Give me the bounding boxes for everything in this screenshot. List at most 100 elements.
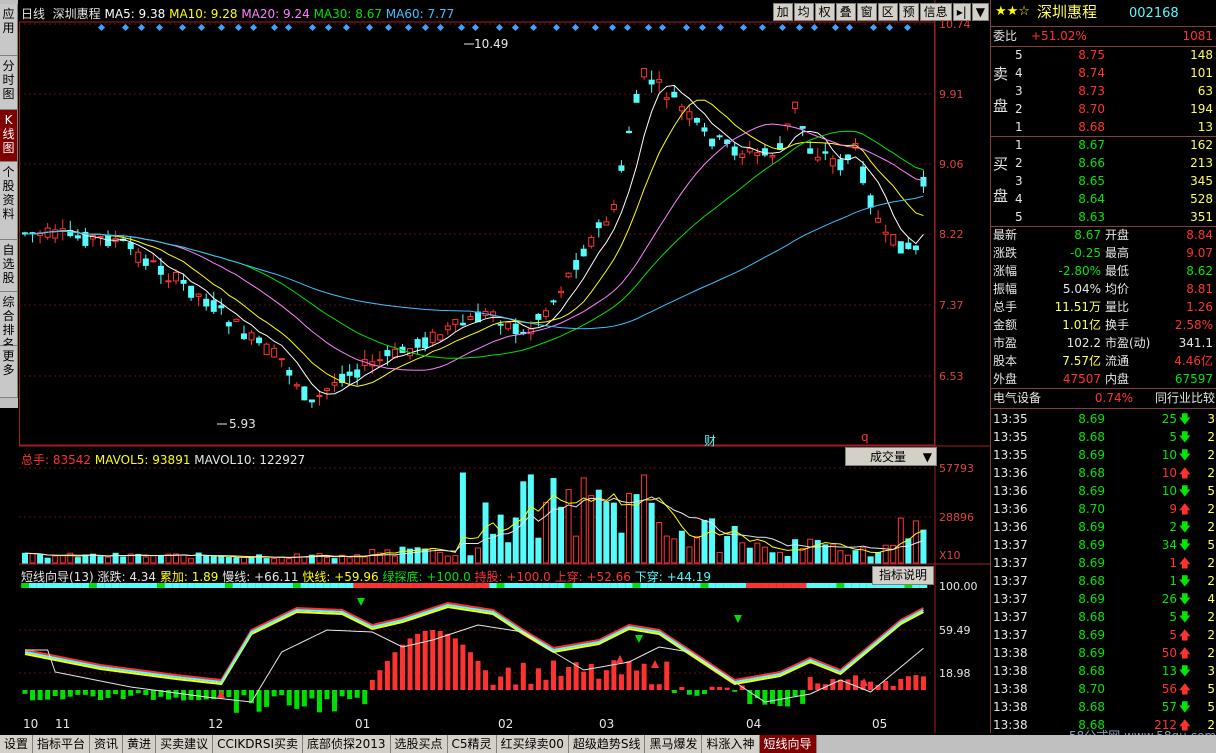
indicator-histogram-bar [452,638,458,690]
stock-name-label: 深圳惠程 [52,7,101,21]
candle-body [173,271,179,282]
signal-diamond-icon [716,23,725,32]
indicator-histogram-bar [513,684,519,690]
left-tab-2[interactable]: K线图 [0,110,18,162]
volume-bar [142,556,149,564]
ask-price: 8.75 [1078,48,1105,62]
stat-value: 2.58% [1174,318,1213,332]
indicator-histogram-bar [634,670,640,690]
volume-bar [278,556,285,564]
signal-diamond-icon [885,23,894,32]
volume-bar [663,535,670,564]
bottom-tab-12[interactable]: 料涨入神 [702,735,760,753]
tick-time: 13:38 [993,664,1028,678]
level: 3 [1015,84,1023,98]
bottom-tab-2[interactable]: 资讯 [90,735,124,753]
ask-row: 2 8.70 194 [991,100,1216,118]
candle-body [444,325,451,331]
indicator-histogram-bar [233,690,239,713]
signal-diamond-icon [903,23,912,32]
volume-bar [799,547,806,564]
mavol5: MAVOL5: 93891 [94,453,191,467]
signal-diamond-icon [845,23,854,32]
candle-body [867,195,874,208]
bottom-tab-8[interactable]: C5精灵 [447,735,497,753]
bottom-tab-13[interactable]: 短线向导 [759,735,817,753]
signal-diamond-icon [178,23,187,32]
q-marker[interactable]: q [861,430,869,444]
ask-side-char: 盘 [993,97,1009,115]
tick-price: 8.69 [1078,556,1105,570]
left-tab-5[interactable]: 综合排名 [0,292,18,351]
indicator-histogram-bar [226,690,232,698]
toolbar-button-3[interactable]: 叠 [835,3,856,21]
mavol10-line [24,496,924,558]
industry-compare-button[interactable]: 同行业比较 [1155,388,1215,408]
signal-diamond-icon [795,23,804,32]
left-tab-3[interactable]: 个股资料 [0,162,18,240]
stat-label: 股本 [993,354,1018,368]
stat-value: 341.1 [1178,336,1213,350]
bottom-tab-0[interactable]: 设置 [0,735,34,753]
ask-price: 8.74 [1078,66,1105,80]
indicator-band [783,583,792,588]
tick-volume: 50 [1161,646,1177,660]
bottom-tab-10[interactable]: 超级趋势S线 [568,735,646,753]
bottom-tab-7[interactable]: 选股买点 [390,735,448,753]
toolbar-button-1[interactable]: 均 [793,3,814,21]
indicator-histogram-bar [475,660,481,690]
kline-chart-area[interactable]: 日线 深圳惠程 MA5: 9.38 MA10: 9.28 MA20: 9.24 … [19,0,990,733]
arrow-up-icon: 🡅 [1178,466,1191,480]
candle-body [701,127,708,132]
volume-bar [316,553,323,564]
volume-bar [746,547,753,564]
bottom-tab-3[interactable]: 黄进 [123,735,157,753]
indicator-item-6: 上穿: +52.66 [550,570,631,584]
candle-body [384,350,391,357]
bottom-tab-9[interactable]: 红买绿卖00 [496,735,569,753]
bottom-tab-6[interactable]: 底部侦探2013 [302,735,391,753]
toolbar-button-2[interactable]: 权 [814,3,835,21]
bid-row: 3 8.65 345 [991,172,1216,190]
left-tab-1[interactable]: 分时图 [0,56,18,110]
finance-marker[interactable]: 财 [704,432,716,449]
signal-diamond-icon [97,23,106,32]
level: 2 [1015,156,1023,170]
bottom-tab-11[interactable]: 黑马爆发 [645,735,703,753]
toolbar-button-0[interactable]: 加 [772,3,793,21]
indicator-histogram-bar [286,690,292,706]
tick-count: 2 [1207,628,1215,642]
bottom-tab-5[interactable]: CCIKDRSI买卖 [213,735,303,753]
left-tab-6[interactable]: 更多 [0,346,18,398]
bottom-tab-1[interactable]: 指标平台 [33,735,91,753]
arrow-up-icon: 🡅 [1178,502,1191,516]
volume-bar [505,542,512,564]
left-tab-0[interactable]: 应用 [0,4,18,56]
tick-time: 13:36 [993,466,1028,480]
signal-diamond-icon [682,23,691,32]
volume-bar [248,556,255,564]
ma-legend-0: MA5: 9.38 [104,7,166,21]
tick-volume: 1 [1169,574,1177,588]
left-tab-4[interactable]: 自选股 [0,240,18,292]
toolbar-button-6[interactable]: 预 [898,3,919,21]
volume-bar [437,551,444,564]
signal-diamond-icon [623,23,632,32]
signal-diamond-icon [155,23,164,32]
bottom-tab-4[interactable]: 买卖建议 [156,735,214,753]
arrow-up-icon [651,660,659,668]
tick-price: 8.69 [1078,484,1105,498]
tick-count: 5 [1207,538,1215,552]
date-axis-label: 11 [55,717,71,731]
chevron-down-icon[interactable]: ▼ [971,3,989,21]
toolbar-button-4[interactable]: 窗 [856,3,877,21]
indicator-selector[interactable]: 成交量 ▼ [845,447,937,466]
candle-body [641,68,648,78]
toolbar-button-5[interactable]: 区 [877,3,898,21]
level: 4 [1015,192,1023,206]
candle-body [218,305,225,309]
chart-canvas[interactable] [19,0,990,733]
indicator-help-button[interactable]: 指标说明 [872,566,934,585]
tick-count: 4 [1207,592,1215,606]
bid-volume: 213 [1190,156,1213,170]
